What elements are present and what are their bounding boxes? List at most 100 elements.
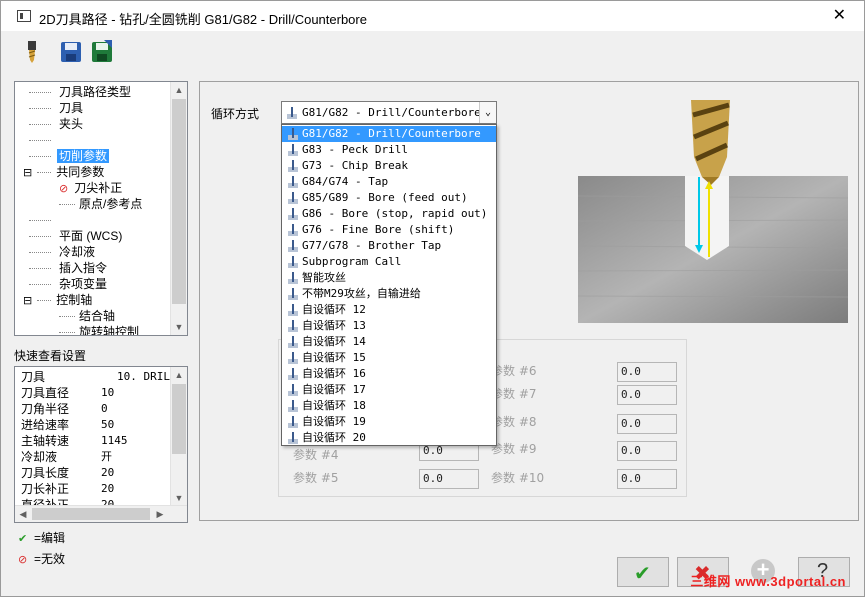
tree-item-label: 刀尖补正 [74, 181, 123, 195]
tree-item-tip-comp[interactable]: ⊘ 刀尖补正 [59, 180, 122, 196]
qv-label: 进给速率 [21, 418, 70, 432]
param-label: 参数 #4 [293, 448, 339, 462]
cycle-option[interactable]: G86 - Bore (stop, rapid out) [282, 206, 496, 222]
qv-value: 20 [101, 466, 115, 479]
cycle-option[interactable]: 自设循环 12 [282, 302, 496, 318]
cycle-option[interactable]: G84/G74 - Tap [282, 174, 496, 190]
hscroll-thumb[interactable] [32, 508, 150, 520]
drill-cycle-icon [288, 192, 298, 204]
qv-value: 20 [101, 482, 115, 495]
tree-item-label: 刀具 [59, 101, 84, 115]
parameter-tree: 刀具路径类型 刀具 夹头 切削参数 ⊟ 共同参数 ⊘ 刀尖补正 原点/参考点 平面 … [14, 81, 188, 336]
save-to-library-icon[interactable] [89, 39, 115, 65]
tree-item[interactable]: 刀具路径类型 [29, 84, 131, 100]
quick-view-scrollbar[interactable]: ▲ ▼ [170, 367, 187, 506]
tree-item-axis-combo[interactable]: 结合轴 [59, 308, 115, 324]
quick-view-row: 刀角半径 0 [21, 401, 108, 417]
qv-label: 刀长补正 [21, 482, 70, 496]
cycle-option[interactable]: G83 - Peck Drill [282, 142, 496, 158]
cycle-option[interactable]: 智能攻丝 [282, 270, 496, 286]
tree-item-cut-params[interactable]: 切削参数 [29, 148, 110, 164]
param-7-input[interactable]: 0.0 [617, 385, 677, 405]
checkmark-icon: ✔ [634, 563, 651, 585]
cycle-option[interactable]: 不带M29攻丝，自输进给 [282, 286, 496, 302]
drill-cycle-icon [288, 416, 298, 428]
cycle-option-label: 自设循环 17 [302, 383, 366, 396]
cycle-option-label: G85/G89 - Bore (feed out) [302, 191, 468, 204]
qv-label: 刀具长度 [21, 466, 70, 480]
scroll-down-icon[interactable]: ▼ [171, 490, 187, 506]
cycle-option[interactable]: 自设循环 15 [282, 350, 496, 366]
tree-item-misc-values[interactable]: 杂项变量 [29, 276, 107, 292]
param-label: 参数 #6 [491, 364, 537, 378]
param-label: 参数 #8 [491, 415, 537, 429]
cycle-select[interactable]: G81/G82 - Drill/Counterbore ⌄ [281, 101, 497, 124]
cycle-option[interactable]: G85/G89 - Bore (feed out) [282, 190, 496, 206]
param-8-input[interactable]: 0.0 [617, 414, 677, 434]
tree-item [29, 212, 59, 228]
qv-label: 刀具直径 [21, 386, 70, 400]
quick-view-row: 进给速率 50 [21, 417, 114, 433]
cycle-option[interactable]: G76 - Fine Bore (shift) [282, 222, 496, 238]
cycle-option[interactable]: G73 - Chip Break [282, 158, 496, 174]
cycle-option[interactable]: 自设循环 20 [282, 430, 496, 446]
qv-value: 开 [101, 450, 112, 463]
chevron-down-icon[interactable]: ⌄ [479, 102, 496, 123]
quick-view-hscrollbar[interactable]: ◀ ▶ [15, 505, 187, 522]
drill-cycle-icon [288, 224, 298, 236]
tree-item-common-params[interactable]: ⊟ 共同参数 [23, 164, 104, 180]
watermark: 三维网 www.3dportal.cn [690, 574, 846, 589]
param-label: 参数 #9 [491, 442, 537, 456]
collapse-icon[interactable]: ⊟ [23, 167, 32, 179]
scroll-right-icon[interactable]: ▶ [152, 506, 168, 522]
cycle-option[interactable]: G77/G78 - Brother Tap [282, 238, 496, 254]
scroll-thumb[interactable] [172, 384, 186, 454]
drill-tool-icon[interactable] [19, 39, 45, 65]
tree-item-rotary[interactable]: 旋转轴控制 [59, 324, 139, 335]
param-10-input[interactable]: 0.0 [617, 469, 677, 489]
tree-item-axis-control[interactable]: ⊟ 控制轴 [23, 292, 92, 308]
quick-view-row: 冷却液 开 [21, 449, 112, 465]
cycle-option[interactable]: 自设循环 13 [282, 318, 496, 334]
scroll-left-icon[interactable]: ◀ [15, 506, 31, 522]
tree-item-plane[interactable]: 平面 (WCS) [29, 228, 122, 244]
tree-item-canned-text[interactable]: 插入指令 [29, 260, 107, 276]
ok-button[interactable]: ✔ [617, 557, 669, 587]
scroll-thumb[interactable] [172, 99, 186, 304]
cycle-option[interactable]: Subprogram Call [282, 254, 496, 270]
cycle-option[interactable]: 自设循环 18 [282, 398, 496, 414]
scroll-up-icon[interactable]: ▲ [171, 367, 187, 383]
cycle-option-label: 自设循环 18 [302, 399, 366, 412]
param-5-input[interactable]: 0.0 [419, 469, 479, 489]
tree-scrollbar[interactable]: ▲ ▼ [170, 82, 187, 335]
cycle-option[interactable]: 自设循环 17 [282, 382, 496, 398]
window-title: 2D刀具路径 - 钻孔/全圆铣削 G81/G82 - Drill/Counter… [39, 12, 367, 27]
legend-edit: ✔ =编辑 [18, 530, 65, 546]
param-9-input[interactable]: 0.0 [617, 441, 677, 461]
tree-item [29, 132, 59, 148]
tree-item-label: 原点/参考点 [79, 197, 143, 211]
tree-item-label: 切削参数 [57, 149, 110, 163]
drill-cycle-icon [288, 432, 298, 444]
save-icon[interactable] [58, 39, 84, 65]
scroll-up-icon[interactable]: ▲ [171, 82, 187, 98]
tree-item-coolant[interactable]: 冷却液 [29, 244, 95, 260]
drill-cycle-icon [288, 208, 298, 220]
close-button[interactable]: ✕ [833, 5, 846, 25]
collapse-icon[interactable]: ⊟ [23, 295, 32, 307]
drill-cycle-icon [288, 240, 298, 252]
tree-item[interactable]: 刀具 [29, 100, 83, 116]
tree-item-label: 夹头 [59, 117, 84, 131]
param-label: 参数 #7 [491, 387, 537, 401]
scroll-down-icon[interactable]: ▼ [171, 319, 187, 335]
tree-item-origin[interactable]: 原点/参考点 [59, 196, 142, 212]
cycle-option[interactable]: 自设循环 19 [282, 414, 496, 430]
invalid-icon: ⊘ [59, 183, 69, 195]
param-6-input[interactable]: 0.0 [617, 362, 677, 382]
cycle-option[interactable]: 自设循环 14 [282, 334, 496, 350]
cycle-option-label: G73 - Chip Break [302, 159, 408, 172]
tree-item[interactable]: 夹头 [29, 116, 83, 132]
cycle-option[interactable]: G81/G82 - Drill/Counterbore [282, 126, 496, 142]
tree-item-label: 刀具路径类型 [59, 85, 132, 99]
cycle-option[interactable]: 自设循环 16 [282, 366, 496, 382]
